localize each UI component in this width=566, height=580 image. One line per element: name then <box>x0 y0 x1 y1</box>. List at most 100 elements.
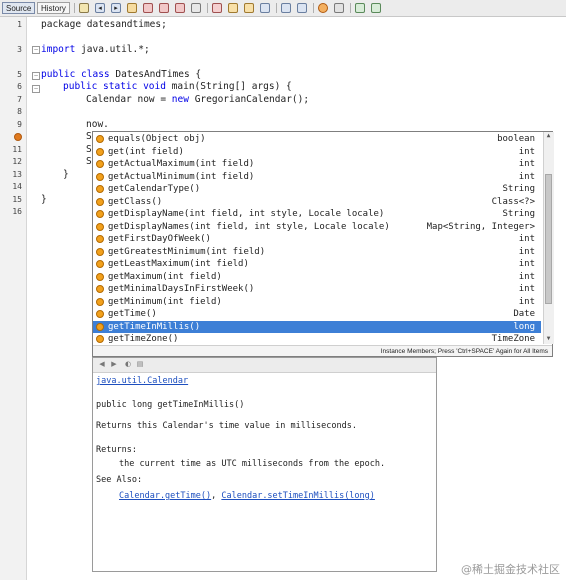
open-in-browser-icon[interactable]: ◐ <box>123 360 133 369</box>
scroll-up-icon[interactable]: ▲ <box>545 132 552 140</box>
code-line-fragment[interactable]: S <box>86 144 92 155</box>
completion-signature: getDisplayNames(int field, int style, Lo… <box>108 221 390 232</box>
see-also-link[interactable]: Calendar.setTimeInMillis(long) <box>221 491 375 501</box>
method-icon <box>96 335 104 343</box>
uncomment-icon[interactable] <box>371 3 381 13</box>
line-number: 3 <box>17 45 22 54</box>
find-previous-icon[interactable] <box>143 3 153 13</box>
completion-item[interactable]: getCalendarType() String <box>93 183 541 196</box>
completion-signature: getMinimalDaysInFirstWeek() <box>108 284 255 294</box>
previous-bookmark-icon[interactable] <box>212 3 222 13</box>
see-also-link[interactable]: Calendar.getTime() <box>119 491 211 501</box>
completion-item[interactable]: getMinimum(int field) int <box>93 296 541 309</box>
forward-icon[interactable]: ▶ <box>109 360 119 369</box>
fold-toggle-icon[interactable]: – <box>32 85 40 93</box>
line-number: 15 <box>12 195 22 204</box>
tab-history[interactable]: History <box>37 2 70 14</box>
completion-signature: getCalendarType() <box>108 184 201 194</box>
line-number: 13 <box>12 170 22 179</box>
stop-macro-icon[interactable] <box>334 3 344 13</box>
line-number: 1 <box>17 20 22 29</box>
completion-item[interactable]: getActualMinimum(int field) int <box>93 171 541 184</box>
forward-icon[interactable]: ▸ <box>111 3 121 13</box>
completion-signature: getFirstDayOfWeek() <box>108 234 211 244</box>
method-icon <box>96 272 104 281</box>
javadoc-description: Returns this Calendar's time value in mi… <box>96 421 357 431</box>
back-icon[interactable]: ◀ <box>97 360 107 369</box>
shift-line-right-icon[interactable] <box>297 3 307 13</box>
scrollbar-thumb[interactable] <box>545 174 552 304</box>
method-icon <box>96 172 104 181</box>
code-line-close-class[interactable]: } <box>41 194 47 205</box>
method-icon <box>96 247 104 256</box>
keyword: new <box>171 94 189 105</box>
javadoc-class-link[interactable]: java.util.Calendar <box>96 376 188 386</box>
code-line-package[interactable]: package datesandtimes; <box>41 19 167 30</box>
completion-item[interactable]: getTime() Date <box>93 308 541 321</box>
last-edit-icon[interactable] <box>79 3 89 13</box>
completion-item[interactable]: getClass() Class<?> <box>93 196 541 209</box>
code-line-caret[interactable]: now. <box>86 119 109 130</box>
code-text: main(String[] args) { <box>165 81 292 92</box>
method-icon <box>96 310 104 318</box>
completion-scrollbar[interactable]: ▲ ▼ <box>543 132 554 344</box>
completion-item[interactable]: get(int field) int <box>93 146 541 159</box>
toggle-bookmark-icon[interactable] <box>244 3 254 13</box>
javadoc-returns-text: the current time as UTC milliseconds fro… <box>119 459 386 469</box>
completion-return-type: int <box>518 259 535 269</box>
code-line-fragment[interactable]: S <box>86 156 92 167</box>
completion-item[interactable]: getMaximum(int field) int <box>93 271 541 284</box>
completion-item[interactable]: getMinimalDaysInFirstWeek() int <box>93 283 541 296</box>
completion-item[interactable]: getFirstDayOfWeek() int <box>93 233 541 246</box>
shift-line-left-icon[interactable] <box>281 3 291 13</box>
code-line-close-method[interactable]: } <box>63 169 69 180</box>
completion-item[interactable]: getLeastMaximum(int field) int <box>93 258 541 271</box>
completion-item[interactable]: getTimeZone() TimeZone <box>93 333 541 346</box>
javadoc-see-also: Calendar.getTime(), Calendar.setTimeInMi… <box>119 491 375 501</box>
toolbar-separator <box>276 3 277 13</box>
method-icon <box>96 160 104 168</box>
completion-signature: getTime() <box>108 309 157 319</box>
code-text: Calendar now = <box>86 94 172 105</box>
next-bookmark-icon[interactable] <box>228 3 238 13</box>
tab-source[interactable]: Source <box>2 2 36 14</box>
breakpoint-icon[interactable] <box>14 133 22 141</box>
fold-toggle-icon[interactable]: – <box>32 72 40 80</box>
comment-icon[interactable] <box>355 3 365 13</box>
method-icon <box>96 322 104 331</box>
line-number: 12 <box>12 157 22 166</box>
toggle-rectangular-icon[interactable] <box>191 3 201 13</box>
start-macro-icon[interactable] <box>318 3 328 13</box>
code-line-import[interactable]: import java.util.*; <box>41 44 150 55</box>
completion-item[interactable]: getActualMaximum(int field) int <box>93 158 541 171</box>
completion-item[interactable]: getDisplayNames(int field, int style, Lo… <box>93 221 541 234</box>
completion-signature: getClass() <box>108 196 163 207</box>
completion-signature: equals(Object obj) <box>108 134 206 144</box>
scroll-down-icon[interactable]: ▼ <box>545 335 552 343</box>
keyword: import <box>41 44 76 55</box>
code-line-fragment[interactable]: S <box>86 131 92 142</box>
code-line-main[interactable]: public static void main(String[] args) { <box>63 81 292 92</box>
completion-return-type: Class<?> <box>491 196 535 207</box>
code-completion-popup[interactable]: equals(Object obj) boolean get(int field) i… <box>92 131 554 357</box>
toggle-highlight-icon[interactable] <box>175 3 185 13</box>
shift-left-icon[interactable] <box>260 3 270 13</box>
back-icon[interactable]: ◂ <box>95 3 105 13</box>
find-next-icon[interactable] <box>159 3 169 13</box>
code-line-calendar[interactable]: Calendar now = new GregorianCalendar(); <box>86 94 309 105</box>
completion-item[interactable]: getTimeInMillis() long <box>93 320 541 333</box>
completion-item[interactable]: equals(Object obj) boolean <box>93 133 541 146</box>
completion-item[interactable]: getGreatestMinimum(int field) int <box>93 246 541 259</box>
fold-toggle-icon[interactable]: – <box>32 46 40 54</box>
method-icon <box>96 235 104 243</box>
line-number: 8 <box>17 107 22 116</box>
javadoc-toolbar: ◀ ▶ ◐ ▤ <box>93 358 436 373</box>
code-line-class[interactable]: public class DatesAndTimes { <box>41 69 201 80</box>
find-selection-icon[interactable] <box>127 3 137 13</box>
completion-status: Instance Members; Press 'Ctrl+SPACE' Aga… <box>93 345 552 356</box>
completion-return-type: String <box>502 184 535 194</box>
line-number: 9 <box>17 120 22 129</box>
completion-item[interactable]: getDisplayName(int field, int style, Loc… <box>93 208 541 221</box>
method-icon <box>96 297 104 306</box>
goto-source-icon[interactable]: ▤ <box>135 360 145 369</box>
